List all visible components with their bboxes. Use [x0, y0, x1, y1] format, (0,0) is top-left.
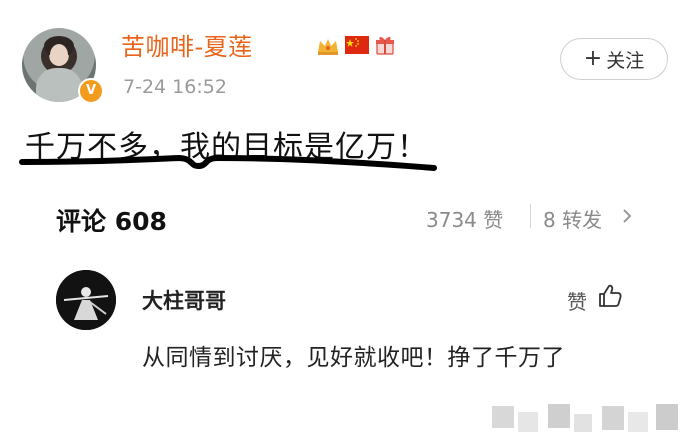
- commenter-avatar-figure: [56, 270, 116, 330]
- post-timestamp: 7-24 16:52: [123, 76, 227, 98]
- chevron-right-icon[interactable]: [620, 207, 634, 225]
- handdrawn-underline: [19, 154, 437, 171]
- verified-badge-icon: V: [78, 78, 104, 104]
- watermark: [492, 404, 678, 432]
- reposts-count[interactable]: 8 转发: [543, 204, 602, 233]
- china-flag-icon: [345, 36, 369, 54]
- commenter-name[interactable]: 大柱哥哥: [142, 285, 226, 315]
- author-name[interactable]: 苦咖啡-夏莲: [121, 27, 253, 62]
- comment-content: 从同情到讨厌，见好就收吧！挣了千万了: [142, 345, 565, 371]
- plus-icon: +: [583, 46, 603, 71]
- follow-button-label: 关注: [606, 49, 645, 72]
- crown-badge-icon: [318, 39, 338, 55]
- likes-count[interactable]: 3734 赞: [426, 204, 503, 233]
- follow-button[interactable]: + 关注: [560, 38, 668, 80]
- comment-like-label[interactable]: 赞: [567, 286, 587, 315]
- commenter-avatar[interactable]: [56, 270, 116, 330]
- avatar-figure-robe: [36, 68, 82, 102]
- comments-count[interactable]: 评论 608: [56, 202, 167, 238]
- thumbs-up-icon[interactable]: [596, 282, 624, 310]
- stats-divider: [530, 204, 531, 228]
- avatar-figure-face: [50, 44, 68, 66]
- gift-badge-icon: [376, 36, 394, 55]
